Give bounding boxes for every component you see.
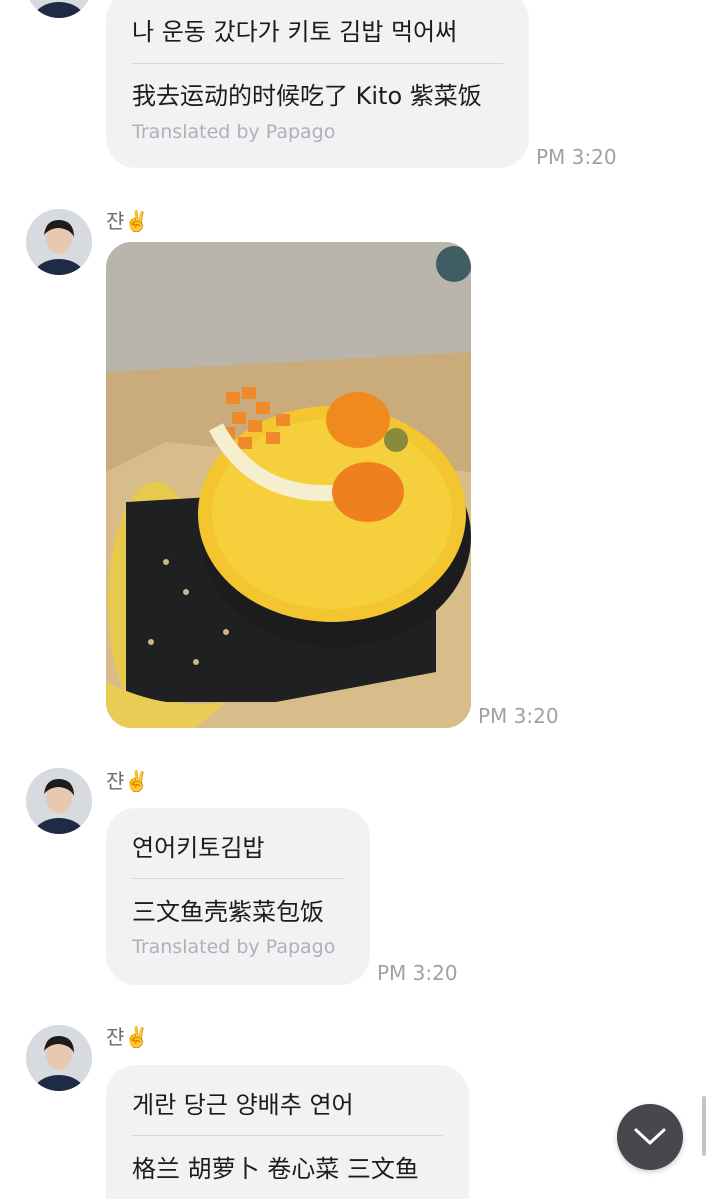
chat-screen[interactable]: 나 운동 갔다가 키토 김밥 먹어써 我去运动的时候吃了 Kito 紫菜饭 Tr… <box>0 0 710 1199</box>
message-bubble[interactable]: 게란 당근 양배추 연어 格兰 胡萝卜 卷心菜 三文鱼 <box>106 1065 469 1199</box>
chevron-down-icon <box>634 1128 666 1145</box>
translated-by-label: Translated by Papago <box>132 936 336 958</box>
sender-name[interactable]: 쟌✌️ <box>106 208 149 234</box>
message-time: PM 3:20 <box>377 961 458 985</box>
avatar-photo <box>26 0 92 18</box>
message-translation-text: 三文鱼壳紫菜包饭 <box>132 898 324 926</box>
avatar-photo <box>26 768 92 834</box>
message-translation-text: 我去运动的时候吃了 Kito 紫菜饭 <box>132 82 482 110</box>
translation-divider <box>132 878 344 879</box>
message-bubble[interactable]: 나 운동 갔다가 키토 김밥 먹어써 我去运动的时候吃了 Kito 紫菜饭 Tr… <box>106 0 529 168</box>
avatar-photo <box>26 1025 92 1091</box>
message-photo[interactable] <box>106 242 471 728</box>
scrollbar[interactable] <box>702 1096 706 1156</box>
message-original-text: 나 운동 갔다가 키토 김밥 먹어써 <box>132 18 458 46</box>
sender-name[interactable]: 쟌✌️ <box>106 768 149 794</box>
translation-divider <box>132 63 503 64</box>
avatar[interactable] <box>26 1025 92 1091</box>
translation-divider <box>132 1135 443 1136</box>
message-original-text: 연어키토김밥 <box>132 834 265 862</box>
kimbap-photo <box>106 242 471 728</box>
message-time: PM 3:20 <box>536 145 617 169</box>
avatar[interactable] <box>26 768 92 834</box>
message-bubble[interactable]: 연어키토김밥 三文鱼壳紫菜包饭 Translated by Papago <box>106 808 370 985</box>
avatar[interactable] <box>26 209 92 275</box>
message-translation-text: 格兰 胡萝卜 卷心菜 三文鱼 <box>132 1155 419 1183</box>
scroll-to-bottom-button[interactable] <box>617 1104 683 1170</box>
message-original-text: 게란 당근 양배추 연어 <box>132 1091 354 1119</box>
sender-name[interactable]: 쟌✌️ <box>106 1024 149 1050</box>
avatar[interactable] <box>26 0 92 18</box>
avatar-photo <box>26 209 92 275</box>
translated-by-label: Translated by Papago <box>132 121 336 143</box>
message-time: PM 3:20 <box>478 704 559 728</box>
